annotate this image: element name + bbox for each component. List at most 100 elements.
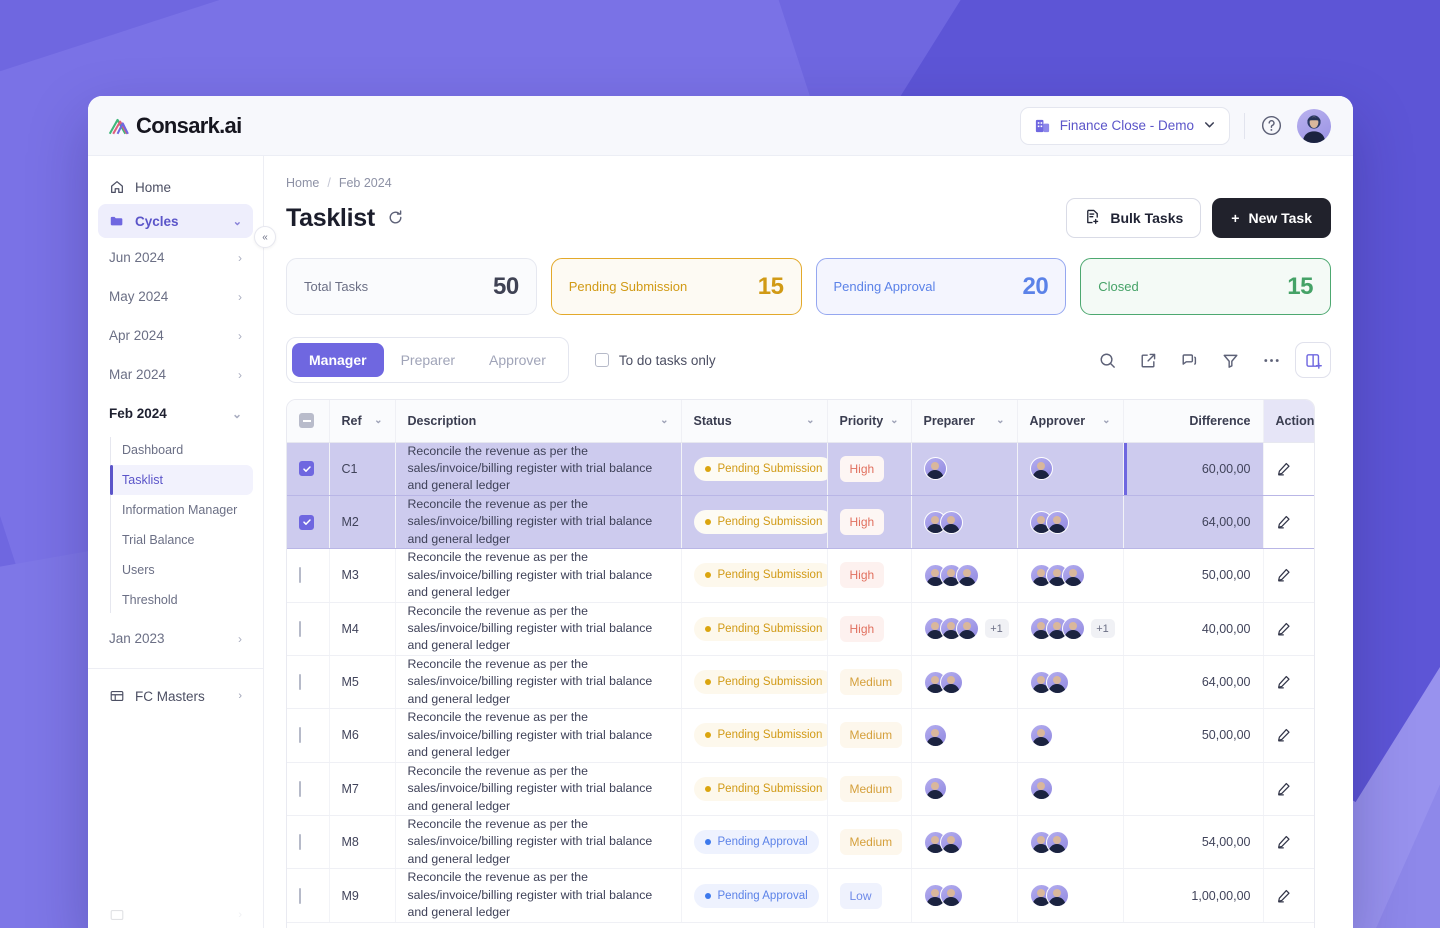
row-checkbox[interactable] [299, 620, 301, 637]
sidebar-overflow-item[interactable]: › [88, 898, 263, 928]
column-header-approver[interactable]: Approver ⌄ [1017, 400, 1124, 443]
row-more-icon[interactable] [1314, 621, 1315, 637]
avatar[interactable] [939, 830, 963, 854]
row-more-icon[interactable] [1314, 674, 1315, 690]
edit-icon[interactable] [1276, 888, 1292, 904]
row-checkbox[interactable] [299, 727, 301, 744]
sidebar-collapse-icon[interactable]: « [254, 226, 276, 248]
table-row[interactable]: M8 Reconcile the revenue as per the sales… [287, 815, 1315, 870]
column-header-priority[interactable]: Priority ⌄ [827, 400, 912, 443]
row-checkbox[interactable] [299, 674, 301, 691]
add-column-icon[interactable] [1295, 342, 1331, 378]
edit-icon[interactable] [1276, 567, 1292, 583]
edit-icon[interactable] [1276, 514, 1292, 530]
help-icon[interactable] [1259, 114, 1283, 138]
search-icon[interactable] [1090, 343, 1124, 377]
table-row[interactable]: M3 Reconcile the revenue as per the sales… [287, 548, 1315, 603]
table-row[interactable]: M6 Reconcile the revenue as per the sales… [287, 708, 1314, 763]
sidebar-item-cycles[interactable]: Cycles ⌄ [98, 204, 253, 238]
avatar[interactable] [1061, 563, 1085, 587]
workspace-selector[interactable]: Finance Close - Demo [1019, 106, 1230, 145]
edit-icon[interactable] [1276, 781, 1292, 797]
table-row[interactable]: M4 Reconcile the revenue as per the sales… [287, 602, 1315, 656]
filter-icon[interactable] [1213, 343, 1247, 377]
avatar[interactable] [1029, 457, 1053, 481]
row-checkbox[interactable] [299, 834, 301, 851]
row-select-cell[interactable] [287, 655, 330, 710]
row-more-icon[interactable] [1314, 461, 1315, 477]
more-icon[interactable] [1254, 343, 1288, 377]
row-select-cell[interactable] [287, 495, 330, 550]
row-more-icon[interactable] [1314, 567, 1315, 583]
avatar[interactable] [1297, 108, 1331, 143]
row-select-cell[interactable] [287, 868, 330, 923]
table-row[interactable]: C1 Reconcile the revenue as per the sales… [287, 442, 1315, 496]
avatar[interactable] [1045, 510, 1069, 534]
avatar[interactable] [1061, 617, 1085, 641]
row-select-cell[interactable] [287, 602, 330, 656]
sidebar-cycle-feb-2024[interactable]: Feb 2024 ⌄ [98, 394, 253, 433]
share-icon[interactable] [1131, 343, 1165, 377]
table-row[interactable]: M2 Reconcile the revenue as per the sales… [287, 495, 1315, 550]
edit-icon[interactable] [1276, 727, 1292, 743]
avatar[interactable] [1029, 723, 1053, 747]
row-more-icon[interactable] [1314, 781, 1315, 797]
table-row[interactable]: M9 Reconcile the revenue as per the sales… [287, 868, 1315, 923]
column-header-select[interactable] [287, 400, 330, 443]
bulk-tasks-button[interactable]: Bulk Tasks [1066, 198, 1202, 238]
avatar[interactable] [1029, 777, 1053, 801]
row-select-cell[interactable] [287, 708, 330, 763]
row-select-cell[interactable] [287, 815, 330, 870]
stat-card-closed[interactable]: Closed 15 [1080, 258, 1331, 315]
comment-icon[interactable] [1172, 343, 1206, 377]
sidebar-cycle-mar-2024[interactable]: Mar 2024 › [98, 355, 253, 394]
sidebar-cycle-apr-2024[interactable]: Apr 2024 › [98, 316, 253, 355]
row-more-icon[interactable] [1314, 888, 1315, 904]
new-task-button[interactable]: + New Task [1212, 198, 1331, 238]
avatar[interactable] [1045, 884, 1069, 908]
sidebar-cycle-may-2024[interactable]: May 2024 › [98, 277, 253, 316]
avatar[interactable] [939, 510, 963, 534]
app-logo[interactable]: Consark.ai [108, 113, 242, 139]
tab-approver[interactable]: Approver [472, 343, 563, 377]
row-checkbox[interactable] [299, 567, 301, 584]
sidebar-item-information-manager[interactable]: Information Manager [110, 495, 253, 525]
edit-icon[interactable] [1276, 461, 1292, 477]
column-header-status[interactable]: Status ⌄ [681, 400, 828, 443]
table-row[interactable]: M5 Reconcile the revenue as per the sales… [287, 655, 1315, 710]
avatar[interactable] [923, 777, 947, 801]
sidebar-item-threshold[interactable]: Threshold [110, 585, 253, 615]
row-checkbox[interactable] [299, 780, 301, 797]
column-header-difference[interactable]: Difference [1123, 400, 1264, 443]
stat-card-pending-submission[interactable]: Pending Submission 15 [550, 258, 802, 315]
row-select-cell[interactable] [287, 442, 330, 496]
column-header-ref[interactable]: Ref ⌄ [329, 400, 396, 443]
avatar-overflow-count[interactable]: +1 [984, 619, 1009, 639]
refresh-icon[interactable] [387, 209, 405, 227]
row-more-icon[interactable] [1314, 514, 1315, 530]
tab-manager[interactable]: Manager [292, 343, 384, 377]
sidebar-item-trial-balance[interactable]: Trial Balance [110, 525, 253, 555]
sidebar-item-users[interactable]: Users [110, 555, 253, 585]
row-checkbox[interactable] [299, 514, 314, 530]
row-checkbox[interactable] [299, 887, 301, 904]
avatar[interactable] [955, 617, 979, 641]
row-more-icon[interactable] [1314, 834, 1315, 850]
sidebar-item-home[interactable]: Home [98, 170, 253, 204]
sidebar-item-fc-masters[interactable]: FC Masters › [98, 679, 253, 713]
avatar-overflow-count[interactable]: +1 [1090, 619, 1115, 639]
edit-icon[interactable] [1276, 621, 1292, 637]
avatar[interactable] [939, 670, 963, 694]
tab-preparer[interactable]: Preparer [384, 343, 472, 377]
row-checkbox[interactable] [299, 461, 314, 477]
avatar[interactable] [923, 457, 947, 481]
sidebar-item-partial[interactable]: › [98, 898, 253, 928]
column-header-preparer[interactable]: Preparer ⌄ [911, 400, 1018, 443]
avatar[interactable] [923, 723, 947, 747]
sidebar-item-tasklist[interactable]: Tasklist [110, 465, 253, 495]
todo-tasks-only-checkbox[interactable]: To do tasks only [594, 353, 716, 368]
sidebar-cycle-jun-2024[interactable]: Jun 2024 › [98, 238, 253, 277]
edit-icon[interactable] [1276, 834, 1292, 850]
table-row[interactable]: M7 Reconcile the revenue as per the sales… [287, 762, 1315, 817]
select-all-checkbox[interactable] [299, 413, 314, 429]
